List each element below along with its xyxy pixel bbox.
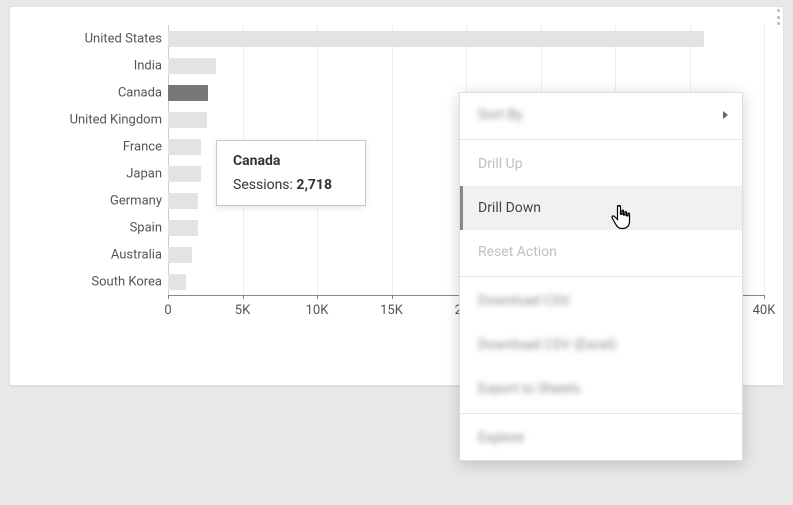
menu-export-to-sheets[interactable]: Export to Sheets xyxy=(460,367,742,411)
y-axis-category-label: United Kingdom xyxy=(70,113,162,126)
chart-bar[interactable] xyxy=(168,58,216,74)
x-axis-tick-label: 10K xyxy=(306,303,329,318)
gridline xyxy=(392,25,393,299)
chart-bar[interactable] xyxy=(168,247,192,263)
chart-bar[interactable] xyxy=(168,31,704,47)
y-axis-category-label: India xyxy=(134,59,162,72)
x-tick xyxy=(764,295,765,299)
menu-download-csv[interactable]: Download CSV xyxy=(460,279,742,323)
x-axis-tick-label: 0 xyxy=(164,303,171,318)
x-tick xyxy=(317,295,318,299)
menu-reset-action: Reset Action xyxy=(460,230,742,274)
y-axis-category-label: Japan xyxy=(126,167,162,180)
menu-drill-up: Drill Up xyxy=(460,142,742,186)
x-tick xyxy=(168,295,169,299)
tooltip-metric: Sessions: 2,718 xyxy=(233,177,349,193)
x-axis-tick-label: 5K xyxy=(235,303,250,318)
menu-download-csv-excel[interactable]: Download CSV (Excel) xyxy=(460,323,742,367)
y-axis-category-label: Germany xyxy=(110,194,162,207)
tooltip-metric-value: 2,718 xyxy=(296,177,332,193)
x-tick xyxy=(392,295,393,299)
tooltip-metric-label: Sessions: xyxy=(233,177,293,193)
y-axis-category-label: Spain xyxy=(130,221,162,234)
menu-drill-down[interactable]: Drill Down xyxy=(460,186,742,230)
x-tick xyxy=(243,295,244,299)
menu-separator xyxy=(460,139,742,140)
menu-separator xyxy=(460,276,742,277)
x-axis-tick-label: 15K xyxy=(380,303,403,318)
menu-separator xyxy=(460,413,742,414)
chart-bar[interactable] xyxy=(168,220,198,236)
y-axis-category-label: South Korea xyxy=(91,275,162,288)
chart-bar[interactable] xyxy=(168,85,208,101)
chevron-right-icon xyxy=(723,111,728,119)
chart-bar[interactable] xyxy=(168,139,201,155)
gridline xyxy=(764,25,765,299)
y-axis-category-label: United States xyxy=(85,32,162,45)
menu-sort-by[interactable]: Sort By xyxy=(460,93,742,137)
chart-bar[interactable] xyxy=(168,274,186,290)
y-axis-category-label: Canada xyxy=(118,86,162,99)
y-axis-category-label: France xyxy=(123,140,162,153)
kebab-menu-icon[interactable] xyxy=(773,9,783,25)
chart-tooltip: Canada Sessions: 2,718 xyxy=(216,140,366,206)
chart-bar[interactable] xyxy=(168,112,207,128)
tooltip-title: Canada xyxy=(233,153,349,169)
chart-bar[interactable] xyxy=(168,166,201,182)
context-menu: Sort By Drill Up Drill Down Reset Action… xyxy=(459,92,743,461)
x-axis-tick-label: 40K xyxy=(753,303,776,318)
y-axis-labels: United States India Canada United Kingdom Fr… xyxy=(34,25,162,295)
menu-explore[interactable]: Explore xyxy=(460,416,742,460)
chart-bar[interactable] xyxy=(168,193,198,209)
y-axis-category-label: Australia xyxy=(111,248,162,261)
